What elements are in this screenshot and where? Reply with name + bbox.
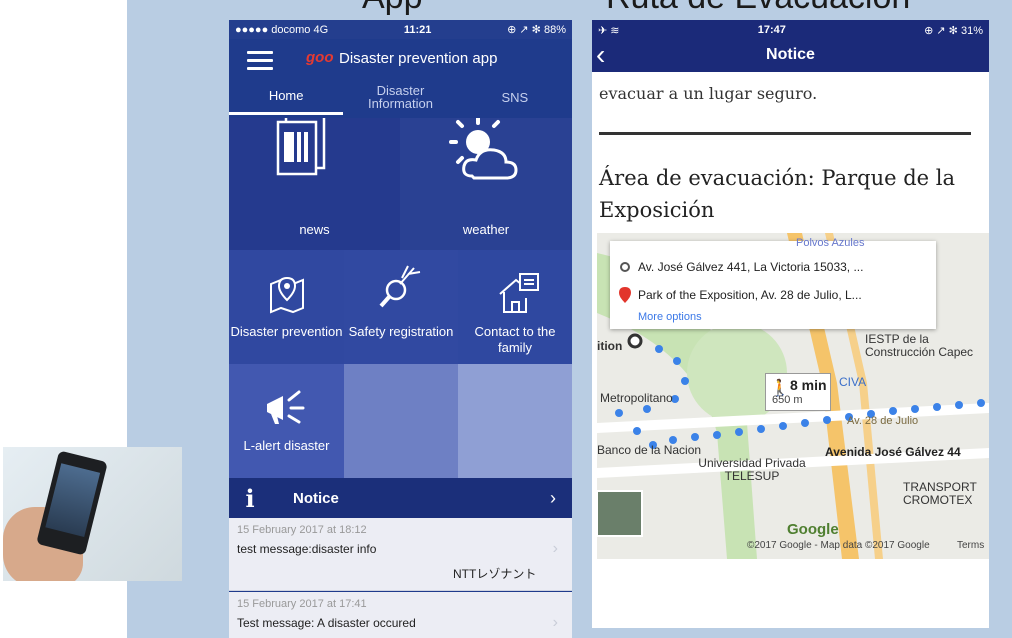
map-copyright: ©2017 Google - Map data ©2017 Google [747, 540, 930, 551]
section-title: Área de evacuación: Parque de la Exposic… [599, 166, 955, 222]
map-label-metropolitano: Metropolitano [600, 391, 673, 405]
more-options-link[interactable]: More options [638, 311, 702, 323]
news-label: news [299, 222, 330, 237]
tab-home[interactable]: Home [229, 79, 344, 115]
safety-registration-tile[interactable]: Safety registration [344, 250, 458, 364]
origin-address: Av. José Gálvez 441, La Victoria 15033, … [638, 260, 864, 274]
map-label-avenida: Avenida José Gálvez 44 [825, 445, 961, 459]
disaster-prevention-label: Disaster prevention [230, 324, 343, 339]
directions-card[interactable]: Av. José Gálvez 441, La Victoria 15033, … [610, 241, 936, 329]
battery-indicator: ⊕ ↗ ✻ 31% [924, 24, 983, 37]
wifi-icon: ✈ ≋ [598, 24, 620, 37]
status-bar: ✈ ≋ 17:47 ⊕ ↗ ✻ 31% [592, 20, 989, 40]
notice-detail-screen: ✈ ≋ 17:47 ⊕ ↗ ✻ 31% ‹ Notice evacuar a u… [592, 20, 989, 628]
empty-tile-2 [458, 364, 572, 478]
route-map[interactable]: Av. José Gálvez 441, La Victoria 15033, … [597, 233, 989, 559]
contact-family-tile[interactable]: Contact to the family [458, 250, 572, 364]
safety-search-icon [379, 265, 421, 308]
walk-time: 8 min [790, 377, 827, 393]
lalert-tile[interactable]: L-alert disaster [229, 364, 344, 478]
app-title: Disaster prevention app [339, 50, 498, 67]
map-label-av28: Av. 28 de Julio [847, 415, 919, 427]
notice-label: Notice [293, 489, 339, 507]
chevron-right-icon: › [552, 540, 558, 557]
newspaper-icon [276, 118, 326, 176]
divider [599, 132, 971, 135]
destination-address: Park of the Exposition, Av. 28 de Julio,… [638, 288, 862, 302]
tab-disaster-information[interactable]: Disaster Information [343, 79, 457, 115]
origin-circle-icon [620, 262, 630, 272]
google-logo: Google [787, 521, 839, 538]
heading-app: App [362, 0, 423, 17]
map-label-banco: Banco de la Nacion [597, 443, 702, 457]
news-tile[interactable]: news [229, 118, 400, 250]
map-label-universidad: Universidad Privada TELESUP [698, 456, 806, 483]
map-label-civa: CIVA [839, 375, 867, 389]
weather-tile[interactable]: weather [400, 118, 572, 250]
carrier-signal: ●●●●● docomo 4G [235, 23, 329, 36]
message-item[interactable]: 15 February 2017 at 17:41 Test message: … [229, 592, 572, 638]
status-time: 11:21 [403, 23, 432, 36]
map-label-iestp: IESTP de la Construcción Capec [865, 332, 974, 359]
nav-bar: ‹ Notice [592, 39, 989, 72]
contact-family-label: Contact to the family [474, 324, 556, 355]
notice-header[interactable]: i Notice › [229, 478, 572, 518]
megaphone-icon [267, 390, 305, 424]
home-message-icon [499, 273, 539, 313]
lalert-label: L-alert disaster [243, 438, 330, 453]
disaster-app-screen: ●●●●● docomo 4G 11:21 ⊕ ↗ ✻ 88% goo Disa… [229, 20, 572, 638]
map-label-polvos: Polvos Azules [796, 237, 865, 249]
walk-duration-box: 🚶 8 min 650 m [765, 373, 831, 411]
disaster-prevention-tile[interactable]: Disaster prevention [229, 250, 344, 364]
battery-indicator: ⊕ ↗ ✻ 88% [507, 24, 566, 36]
tab-bar: Home Disaster Information SNS [229, 79, 572, 118]
app-bar: goo Disaster prevention app [229, 39, 572, 79]
status-bar: ●●●●● docomo 4G 11:21 ⊕ ↗ ✻ 88% [229, 20, 572, 39]
status-time: 17:47 [757, 24, 786, 36]
walk-distance: 650 m [772, 394, 803, 406]
chevron-right-icon: › [552, 614, 558, 631]
message-date: 15 February 2017 at 18:12 [237, 524, 367, 536]
chevron-right-icon: › [550, 487, 556, 508]
message-text: Test message: A disaster occured [237, 616, 416, 630]
empty-tile-1 [344, 364, 458, 478]
map-label-exposition: ition [597, 339, 623, 353]
safety-registration-label: Safety registration [348, 324, 454, 339]
message-text: test message:disaster info [237, 542, 377, 556]
tab-sns[interactable]: SNS [458, 79, 572, 115]
map-label-transport: TRANSPORT CROMOTEX [903, 480, 977, 507]
intro-text: evacuar a un lugar seguro. [599, 84, 818, 103]
weather-icon [449, 118, 518, 180]
message-sender: NTTレゾナント [453, 567, 537, 581]
hamburger-menu-icon[interactable] [247, 51, 273, 70]
destination-pin-icon [619, 287, 631, 303]
info-icon: i [245, 483, 255, 513]
terms-link[interactable]: Terms [957, 540, 984, 551]
message-date: 15 February 2017 at 17:41 [237, 598, 367, 610]
photo-hand-holding-phone [3, 447, 182, 581]
screen-title: Notice [766, 46, 815, 63]
message-item[interactable]: 15 February 2017 at 18:12 test message:d… [229, 518, 572, 591]
heading-evacuation-route: Ruta de Evacuación [606, 0, 910, 17]
weather-label: weather [462, 222, 510, 237]
map-pin-icon [270, 276, 304, 314]
goo-logo: goo [306, 49, 334, 66]
